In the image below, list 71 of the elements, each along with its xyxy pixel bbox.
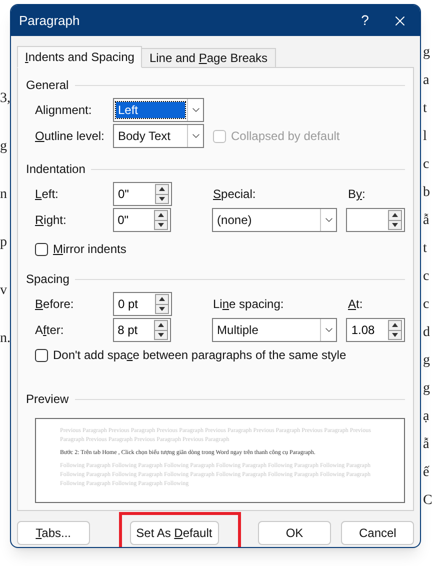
field-label: Before:	[35, 296, 75, 313]
document-text: t	[423, 100, 427, 118]
field-label: Outline level:	[35, 128, 106, 145]
dropdown-field[interactable]: Left	[113, 98, 204, 122]
up-arrow-icon	[389, 211, 402, 220]
up-arrow-icon	[156, 295, 168, 304]
document-text: c	[423, 296, 430, 314]
document-text: g	[423, 352, 430, 370]
field-label: Special:	[213, 186, 257, 203]
document-text: n.	[0, 330, 10, 348]
spinner-buttons[interactable]	[154, 210, 168, 230]
document-text: t	[423, 240, 427, 258]
document-text: g	[423, 44, 430, 62]
up-arrow-icon	[155, 211, 168, 220]
spin-field[interactable]: 1.08	[346, 318, 406, 342]
section-title: General	[26, 77, 69, 94]
spinner-buttons[interactable]	[388, 320, 402, 340]
tab[interactable]: Indents and Spacing	[17, 46, 142, 68]
document-text: l	[423, 128, 427, 146]
dialog-button[interactable]: Cancel	[341, 521, 414, 545]
document-text: ế	[423, 464, 430, 482]
field-label: Line spacing:	[213, 296, 285, 313]
field-label: After:	[35, 322, 65, 339]
section-title: Indentation	[26, 161, 86, 178]
dialog-button[interactable]: Set As Default	[130, 521, 219, 545]
tab[interactable]: Line and Page Breaks	[142, 48, 276, 68]
spinner-buttons[interactable]	[155, 294, 169, 314]
document-text: C	[423, 492, 432, 510]
spinner-buttons[interactable]	[155, 184, 169, 204]
section-title: Preview	[26, 391, 69, 408]
spin-field[interactable]: 0"	[112, 208, 172, 232]
field-label: Alignment:	[35, 102, 93, 119]
window-title: Paragraph	[19, 12, 81, 30]
field-label: Right:	[35, 212, 68, 229]
down-arrow-icon	[156, 304, 168, 313]
dialog-button[interactable]: Tabs...	[17, 521, 90, 545]
dropdown-field[interactable]: Multiple	[212, 318, 338, 342]
section-title: Spacing	[26, 271, 70, 288]
document-text: c	[423, 156, 430, 174]
spin-field[interactable]	[346, 208, 406, 232]
field-label: By:	[348, 186, 366, 203]
up-arrow-icon	[389, 321, 402, 330]
dropdown-field[interactable]: Body Text	[113, 124, 204, 148]
document-text: g	[0, 138, 7, 156]
document-text: d	[423, 324, 430, 342]
document-text: g	[423, 380, 430, 398]
up-arrow-icon	[156, 185, 168, 194]
document-text: a	[423, 72, 430, 90]
document-text: ẫ	[423, 212, 430, 230]
document-text: b	[423, 184, 430, 202]
spinner-buttons[interactable]	[388, 210, 402, 230]
document-text: ạ	[423, 408, 430, 426]
spin-field[interactable]: 0 pt	[113, 292, 172, 316]
spinner-buttons[interactable]	[154, 320, 168, 340]
spin-field[interactable]: 0"	[113, 182, 172, 206]
down-arrow-icon	[156, 194, 168, 203]
document-text: p	[0, 234, 7, 252]
field-label: At:	[348, 296, 363, 313]
up-arrow-icon	[155, 321, 168, 330]
checkbox[interactable]: Don't add space between paragraphs of the same style	[35, 346, 405, 364]
document-text: v	[0, 282, 7, 300]
checkbox[interactable]: Mirror indents	[35, 240, 405, 258]
field-label: Left:	[35, 186, 60, 203]
document-text: n	[0, 186, 7, 204]
help-button[interactable]: ?	[350, 8, 380, 32]
document-text: ẫ	[423, 436, 430, 454]
document-text: c	[423, 268, 430, 286]
dropdown-field[interactable]: (none)	[212, 208, 338, 232]
spin-field[interactable]: 8 pt	[112, 318, 172, 342]
document-text: 3,	[0, 90, 10, 108]
dialog-button[interactable]: OK	[258, 521, 332, 545]
